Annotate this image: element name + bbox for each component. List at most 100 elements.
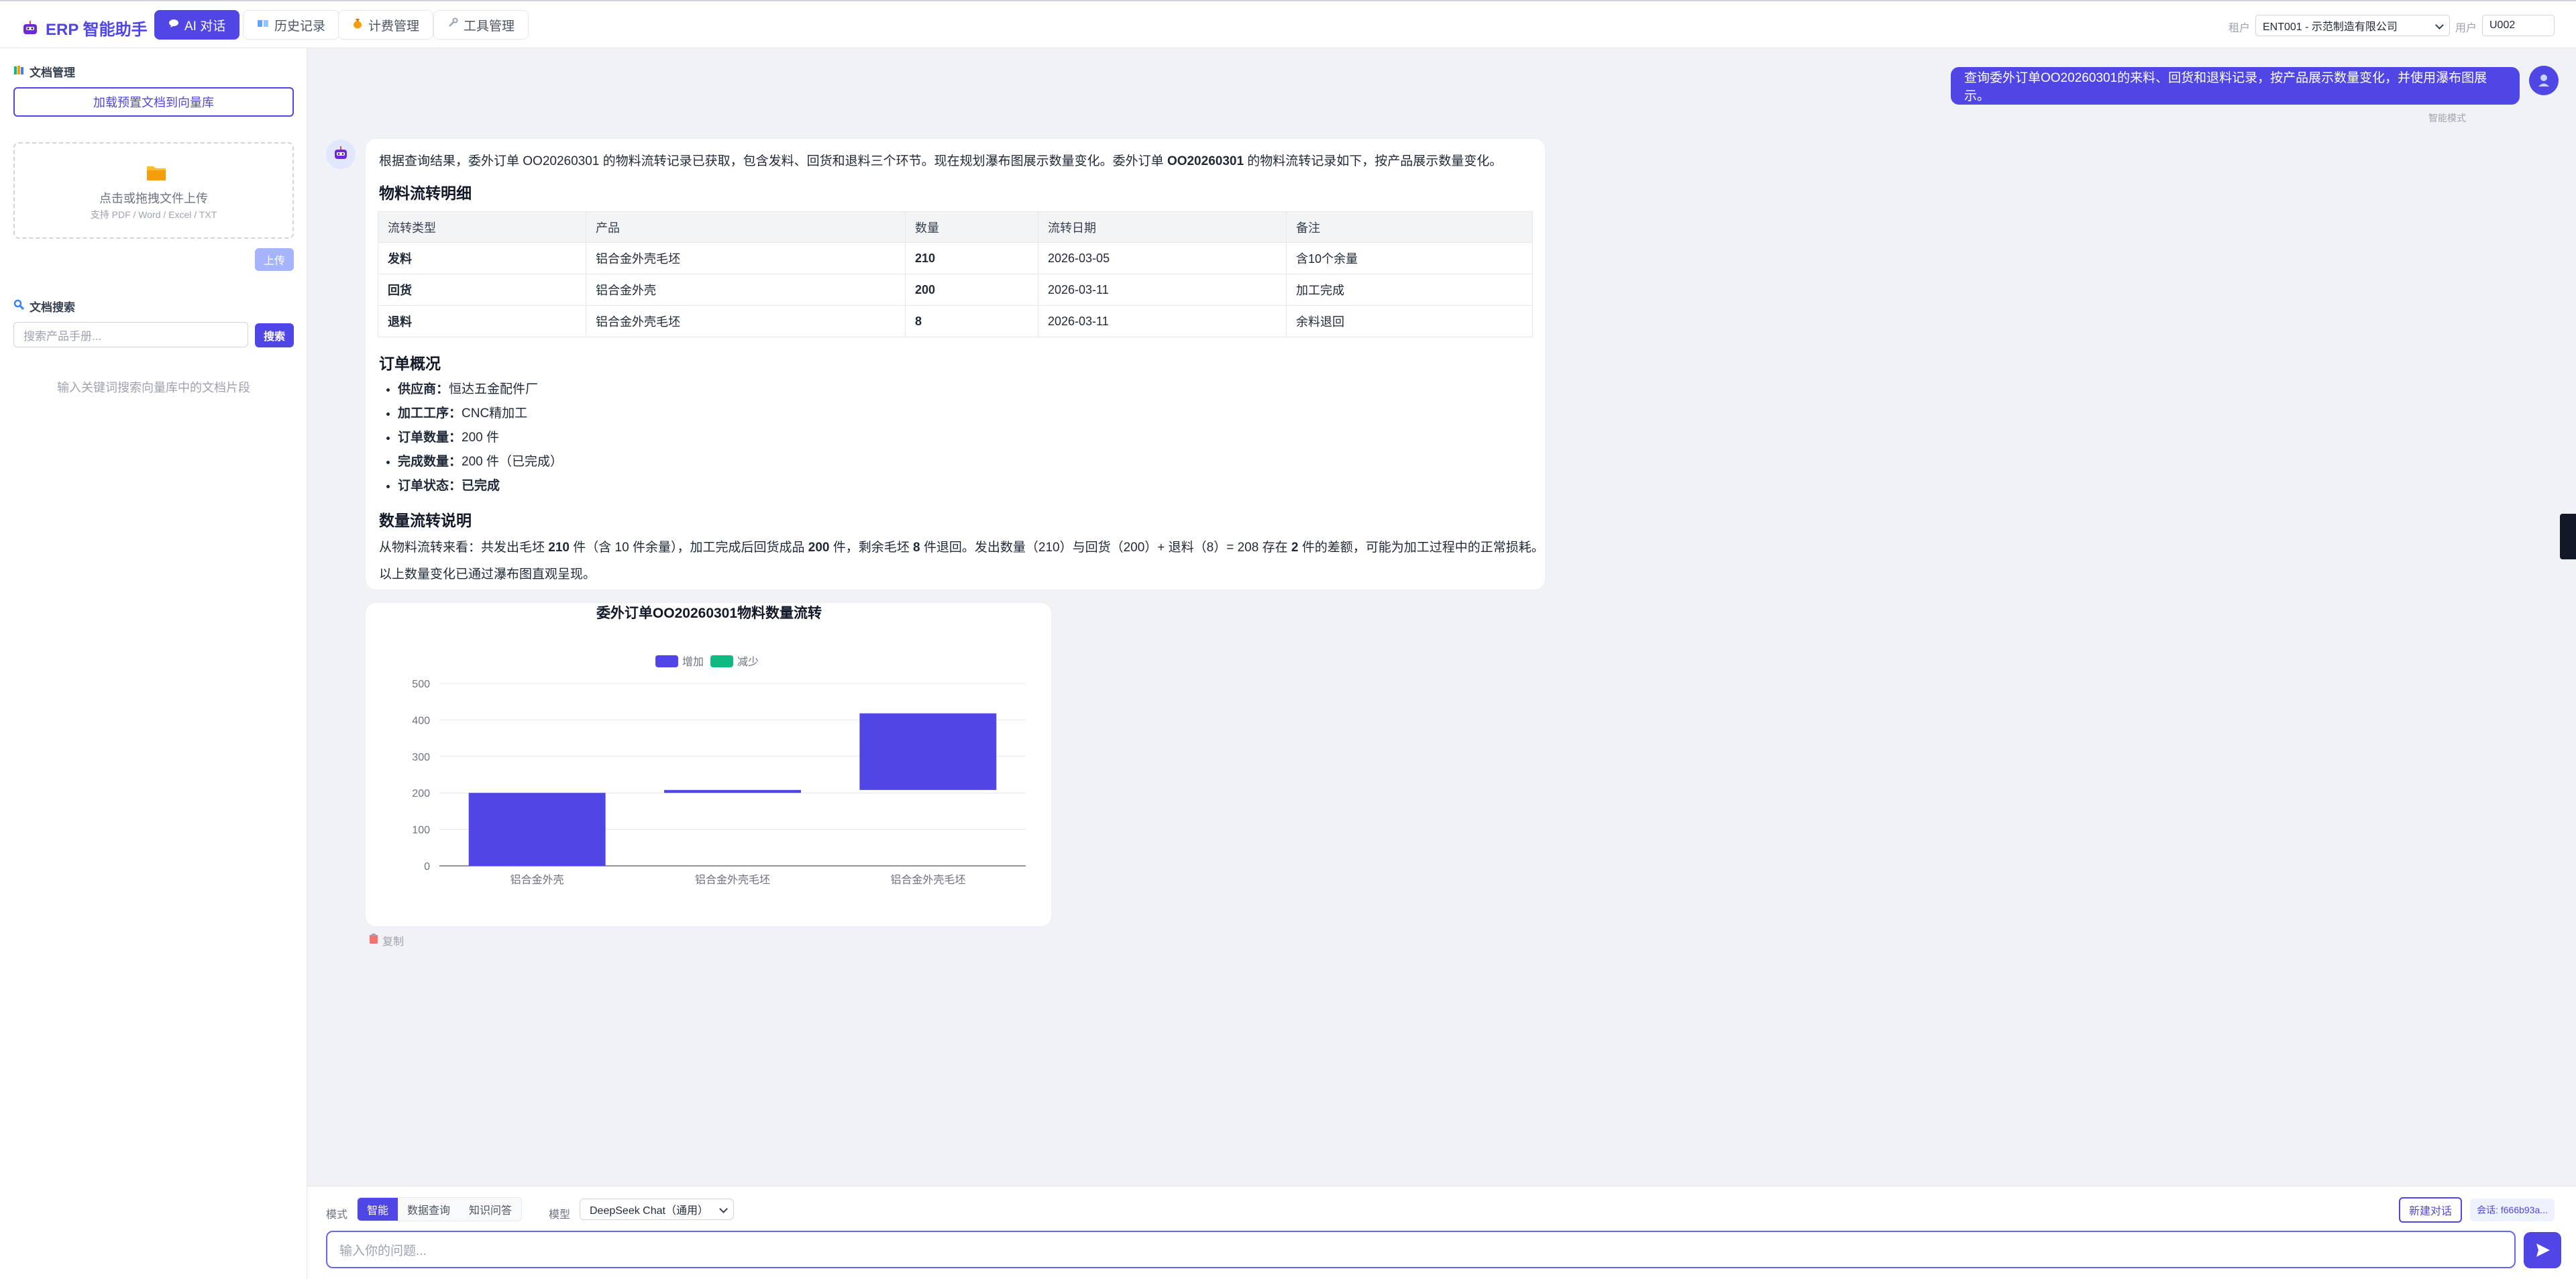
side-panel-toggle[interactable] — [2560, 514, 2576, 559]
text-run: 件，剩余毛坯 — [829, 541, 914, 555]
composer: 模式 智能 数据查询 知识问答 模型 DeepSeek Chat（通用） 新建对… — [307, 1186, 2576, 1279]
table-cell: 铝合金外壳 — [586, 274, 906, 306]
text-run: 件退回。发出数量（210）与回货（200）+ 退料（8）= 208 存在 — [920, 541, 1291, 555]
send-arrow-icon — [2536, 1243, 2550, 1257]
x-tick-label: 铝合金外壳毛坯 — [695, 874, 770, 886]
list-item: 加工工序：CNC精加工 — [398, 402, 563, 426]
sidebar: 文档管理 加载预置文档到向量库 点击或拖拽文件上传 支持 PDF / Word … — [0, 48, 307, 1279]
intro-tail: 的物料流转记录如下，按产品展示数量变化。 — [1244, 154, 1503, 168]
send-button[interactable] — [2524, 1232, 2561, 1268]
legend-swatch — [655, 655, 678, 667]
text-run: 210 — [548, 541, 570, 555]
mode-option-knowledge-qa[interactable]: 知识问答 — [460, 1198, 522, 1221]
y-tick-label: 200 — [412, 788, 430, 799]
summary-key: 完成数量： — [398, 455, 462, 469]
dropzone-text: 点击或拖拽文件上传 — [99, 192, 208, 205]
file-dropzone[interactable]: 点击或拖拽文件上传 支持 PDF / Word / Excel / TXT — [13, 142, 294, 239]
model-select[interactable]: DeepSeek Chat（通用） — [580, 1199, 734, 1220]
tab-ai-chat[interactable]: AI 对话 — [154, 10, 240, 40]
app-logo: ERP 智能助手 — [21, 16, 148, 40]
table-cell: 8 — [905, 305, 1038, 337]
table-cell: 含10个余量 — [1286, 242, 1533, 274]
tenant-value: ENT001 - 示范制造有限公司 — [2263, 21, 2398, 33]
explain-conclusion: 以上数量变化已通过瀑布图直观呈现。 — [379, 567, 596, 581]
table-cell: 铝合金外壳毛坯 — [586, 305, 906, 337]
table-header-row: 流转类型 产品 数量 流转日期 备注 — [378, 211, 1533, 243]
doc-search-button[interactable]: 搜索 — [255, 323, 294, 347]
tab-tools[interactable]: 工具管理 — [433, 10, 529, 40]
column-header: 产品 — [586, 211, 906, 243]
wrench-icon — [447, 17, 458, 32]
model-value: DeepSeek Chat（通用） — [590, 1205, 708, 1217]
tab-history[interactable]: 历史记录 — [243, 10, 340, 40]
table-row: 回货 铝合金外壳 200 2026-03-11 加工完成 — [378, 274, 1533, 306]
chevron-down-icon — [719, 1205, 728, 1213]
user-avatar — [2529, 66, 2559, 95]
docs-title-text: 文档管理 — [30, 66, 75, 79]
bot-avatar — [326, 140, 356, 169]
y-tick-label: 100 — [412, 825, 430, 836]
user-value: U002 — [2489, 19, 2516, 31]
list-item: 订单数量：200 件 — [398, 426, 563, 450]
column-header: 流转日期 — [1038, 211, 1287, 243]
table-cell: 余料退回 — [1286, 305, 1533, 337]
book-icon — [257, 17, 269, 32]
user-icon — [2538, 74, 2549, 87]
chat-bubble-icon — [168, 17, 179, 32]
books-icon — [13, 64, 24, 78]
text-run: 8 — [913, 541, 920, 555]
model-label: 模型 — [549, 1209, 571, 1221]
table-cell: 铝合金外壳毛坯 — [586, 242, 906, 274]
robot-icon — [335, 146, 347, 159]
magnifier-icon — [13, 299, 25, 313]
y-tick-label: 500 — [412, 679, 430, 690]
robot-icon — [21, 20, 39, 36]
x-tick-label: 铝合金外壳 — [511, 874, 564, 886]
copy-label: 复制 — [382, 936, 405, 948]
text-run: 件（含 10 件余量），加工完成后回货成品 — [569, 541, 808, 555]
explain-title: 数量流转说明 — [379, 512, 472, 529]
tenant-select[interactable]: ENT001 - 示范制造有限公司 — [2255, 15, 2450, 36]
table-row: 发料 铝合金外壳毛坯 210 2026-03-05 含10个余量 — [378, 242, 1533, 274]
mode-option-smart[interactable]: 智能 — [358, 1198, 398, 1221]
chat-input[interactable]: 输入你的问题... — [326, 1231, 2516, 1268]
new-chat-button[interactable]: 新建对话 — [2399, 1197, 2462, 1223]
material-flow-table: 流转类型 产品 数量 流转日期 备注 发料 铝合金外壳毛坯 210 2026-0… — [378, 211, 1533, 337]
table-cell: 2026-03-11 — [1038, 274, 1287, 306]
legend-label: 增加 — [682, 656, 704, 668]
y-tick-label: 0 — [424, 861, 430, 873]
chevron-down-icon — [2435, 21, 2444, 30]
x-tick-label: 铝合金外壳毛坯 — [890, 874, 965, 886]
table-cell: 回货 — [378, 274, 586, 306]
docs-section-title: 文档管理 — [13, 63, 75, 80]
summary-value: 200 件（已完成） — [462, 455, 563, 469]
assistant-message: 根据查询结果，委外订单 OO20260301 的物料流转记录已获取，包含发料、回… — [365, 138, 1546, 590]
upload-button[interactable]: 上传 — [255, 248, 294, 271]
table-title: 物料流转明细 — [379, 184, 472, 202]
column-header: 备注 — [1286, 211, 1533, 243]
mode-label: 模式 — [326, 1209, 348, 1221]
table-cell: 2026-03-11 — [1038, 305, 1287, 337]
copy-button[interactable]: 复制 — [369, 932, 404, 948]
money-bag-icon — [352, 17, 363, 33]
order-summary-list: 供应商：恒达五金配件厂 加工工序：CNC精加工 订单数量：200 件 完成数量：… — [398, 378, 563, 498]
load-preset-button[interactable]: 加载预置文档到向量库 — [13, 87, 294, 117]
chart-title: 委外订单OO20260301物料数量流转 — [596, 605, 822, 621]
search-title-text: 文档搜索 — [30, 301, 75, 314]
user-field[interactable]: U002 — [2482, 15, 2555, 36]
mode-option-data-query[interactable]: 数据查询 — [398, 1198, 460, 1221]
tab-billing[interactable]: 计费管理 — [338, 10, 434, 40]
table-cell: 发料 — [378, 242, 586, 274]
intro-text: 根据查询结果，委外订单 OO20260301 的物料流转记录已获取，包含发料、回… — [379, 154, 1167, 168]
text-run: 件的差额，可能为加工过程中的正常损耗。 — [1298, 541, 1544, 555]
table-cell: 退料 — [378, 305, 586, 337]
table-cell: 2026-03-05 — [1038, 242, 1287, 274]
summary-title: 订单概况 — [379, 355, 441, 372]
assistant-intro: 根据查询结果，委外订单 OO20260301 的物料流转记录已获取，包含发料、回… — [379, 151, 1533, 169]
doc-search-input[interactable]: 搜索产品手册... — [13, 322, 248, 347]
tab-label: 历史记录 — [274, 19, 326, 34]
app-title: ERP 智能助手 — [46, 21, 148, 39]
summary-value: 已完成 — [462, 479, 500, 493]
table-cell: 200 — [905, 274, 1038, 306]
explain-paragraph: 从物料流转来看：共发出毛坯 210 件（含 10 件余量），加工完成后回货成品 … — [379, 537, 1544, 555]
